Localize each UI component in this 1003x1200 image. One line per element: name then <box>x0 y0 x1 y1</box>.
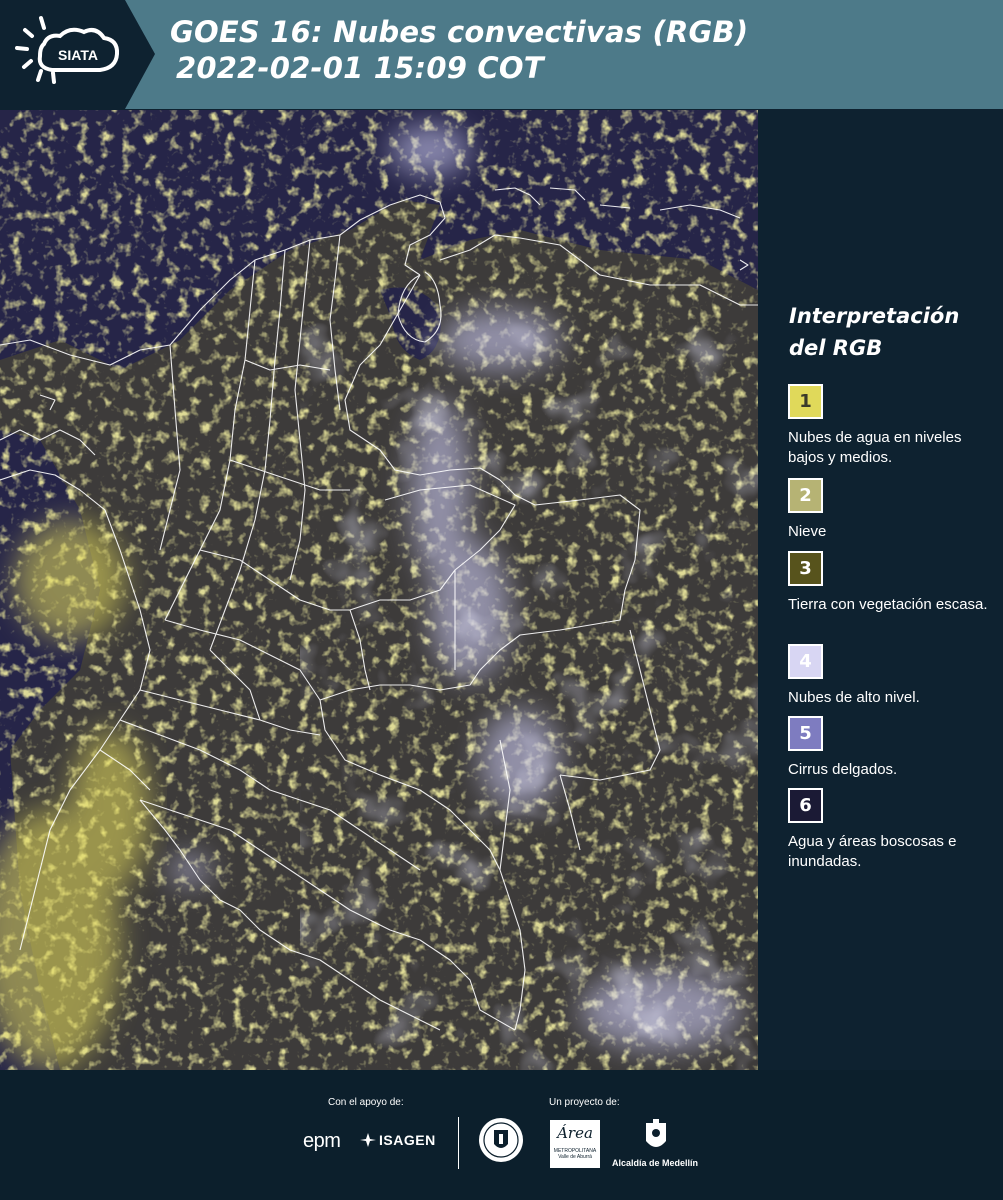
support-label: Con el apoyo de: <box>328 1097 404 1108</box>
legend-item-5: 5 Cirrus delgados. <box>788 716 998 780</box>
alcaldia-shield-icon <box>646 1119 666 1147</box>
title-line-2: 2022-02-01 15:09 COT <box>176 51 544 85</box>
header-bar: SIATA GOES 16: Nubes convectivas (RGB) 2… <box>0 0 1003 109</box>
legend-item-6: 6 Agua y áreas boscosas e inundadas. <box>788 788 998 872</box>
legend-item-2: 2 Nieve <box>788 478 998 542</box>
siata-logo: SIATA <box>0 0 155 109</box>
area-logo-title: Área <box>557 1124 593 1142</box>
logo-text: SIATA <box>58 47 98 63</box>
legend-item-1: 1 Nubes de agua en niveles bajos y medio… <box>788 384 998 468</box>
legend-item-3: 3 Tierra con vegetación escasa. <box>788 551 998 615</box>
satellite-map <box>0 110 758 1070</box>
footer-divider <box>458 1117 459 1169</box>
area-logo-subtitle: METROPOLITANA Valle de Aburrá <box>553 1148 597 1160</box>
isagen-icon <box>360 1133 376 1147</box>
legend-panel: Interpretación del RGB 1 Nubes de agua e… <box>758 110 1003 1070</box>
title-line-1: GOES 16: Nubes convectivas (RGB) <box>170 15 749 49</box>
legend-title: Interpretación del RGB <box>789 304 960 360</box>
legend-label-2: Nieve <box>788 523 827 540</box>
epm-logo: epm <box>303 1130 341 1152</box>
legend-label-3: Tierra con vegetación escasa. <box>788 596 988 613</box>
legend-swatch-5: 5 <box>788 716 823 751</box>
isagen-text: ISAGEN <box>379 1132 436 1148</box>
alcaldia-logo-text: Alcaldía de Medellín <box>612 1158 699 1168</box>
legend-label-6: Agua y áreas boscosas e inundadas. <box>788 833 957 870</box>
legend-label-1: Nubes de agua en niveles bajos y medios. <box>788 429 962 466</box>
cirrus-layer <box>300 310 758 1070</box>
project-label: Un proyecto de: <box>549 1097 620 1108</box>
legend-swatch-2: 2 <box>788 478 823 513</box>
medellin-seal-icon <box>479 1118 523 1162</box>
legend-swatch-1: 1 <box>788 384 823 419</box>
footer-bar: Con el apoyo de: Un proyecto de: epm ISA… <box>0 1070 1003 1200</box>
area-metropolitana-logo: Área METROPOLITANA Valle de Aburrá <box>550 1120 600 1168</box>
legend-swatch-3: 3 <box>788 551 823 586</box>
page-title: GOES 16: Nubes convectivas (RGB) 2022-02… <box>170 14 748 86</box>
legend-label-4: Nubes de alto nivel. <box>788 689 920 706</box>
legend-label-5: Cirrus delgados. <box>788 761 898 778</box>
legend-swatch-4: 4 <box>788 644 823 679</box>
legend-item-4: 4 Nubes de alto nivel. <box>788 644 998 708</box>
isagen-logo: ISAGEN <box>360 1132 436 1148</box>
legend-swatch-6: 6 <box>788 788 823 823</box>
